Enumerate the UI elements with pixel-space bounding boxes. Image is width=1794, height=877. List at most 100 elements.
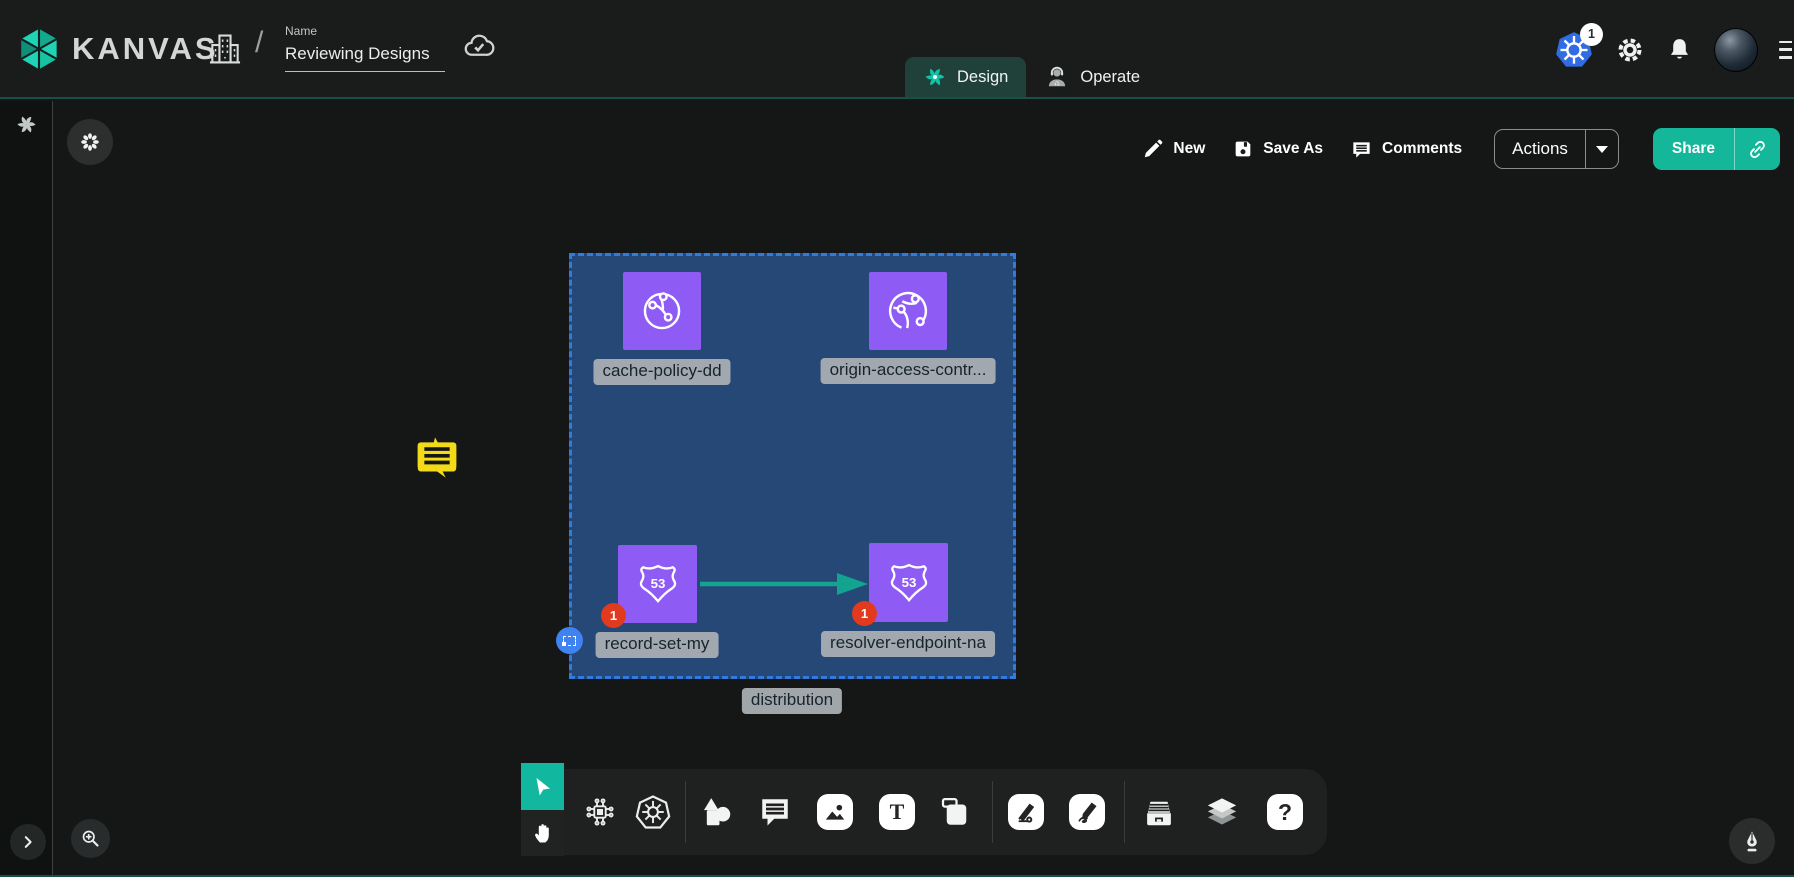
comment-bubble-icon (1350, 138, 1373, 161)
pencil-icon (1142, 138, 1164, 160)
flower-gear-icon (79, 131, 101, 153)
edge-record-set-to-resolver[interactable] (697, 566, 872, 602)
note-tool[interactable] (937, 794, 973, 830)
operator-headset-icon (1044, 64, 1070, 90)
group-label[interactable]: distribution (742, 688, 842, 714)
note-label-icon (937, 794, 973, 830)
node-record-set[interactable]: 53 (618, 545, 697, 623)
toolbar-divider (685, 781, 686, 843)
tab-design-label: Design (957, 68, 1008, 87)
pan-tool[interactable] (521, 810, 564, 856)
brand-name: KANVAS (72, 31, 219, 67)
node-origin-access-control[interactable] (869, 272, 947, 350)
design-name-block: Name (285, 24, 447, 72)
kubernetes-wheel-icon (634, 793, 672, 831)
actions-split-button: Actions (1494, 129, 1619, 169)
hand-pan-icon (531, 821, 555, 845)
components-tool[interactable] (582, 794, 618, 830)
route53-shield-icon: 53 (884, 558, 934, 608)
share-button[interactable]: Share (1653, 128, 1734, 170)
issue-count-badge[interactable]: 1 (601, 603, 626, 628)
route53-shield-icon: 53 (633, 559, 683, 609)
node-label[interactable]: resolver-endpoint-na (821, 631, 995, 657)
canvas-comment-marker-icon[interactable] (414, 437, 460, 483)
help-tile-icon: ? (1267, 794, 1303, 830)
zoom-in-button[interactable] (71, 819, 110, 858)
left-sidebar (0, 101, 53, 875)
menu-hamburger-icon[interactable] (1779, 41, 1792, 59)
building-icon[interactable] (206, 30, 244, 68)
node-resolver-endpoint[interactable]: 53 (869, 543, 948, 622)
archive-drawer-icon (1140, 793, 1178, 831)
edge-pen-tool[interactable] (1008, 794, 1044, 830)
issue-count-badge[interactable]: 1 (852, 601, 877, 626)
chevron-right-icon (19, 833, 37, 851)
image-tool[interactable] (817, 794, 853, 830)
meshery-spiral-icon[interactable] (15, 113, 38, 136)
tab-operate-label: Operate (1080, 68, 1140, 87)
edge-pen-tile-icon (1008, 794, 1044, 830)
text-tile-icon: T (879, 794, 915, 830)
tab-design[interactable]: Design (905, 57, 1026, 97)
text-tool[interactable]: T (879, 794, 915, 830)
group-select-handle[interactable] (556, 627, 583, 654)
cloudfront-cache-policy-icon (636, 285, 688, 337)
caret-down-icon (1596, 146, 1608, 153)
save-as-button[interactable]: Save As (1232, 138, 1323, 160)
freehand-draw-tool[interactable] (1069, 794, 1105, 830)
mode-tabs: Design Operate (905, 57, 1158, 97)
brand-logo[interactable]: KANVAS (16, 26, 219, 72)
tab-operate[interactable]: Operate (1026, 57, 1158, 97)
sidebar-expand-button[interactable] (10, 824, 46, 860)
top-header: KANVAS / Name (0, 0, 1794, 99)
comment-tool-icon (757, 794, 793, 830)
kubernetes-tool[interactable] (634, 793, 672, 831)
toolbar-divider (1124, 781, 1125, 843)
node-label[interactable]: record-set-my (596, 632, 719, 658)
new-button[interactable]: New (1142, 138, 1205, 160)
design-name-input[interactable] (285, 42, 445, 72)
node-label[interactable]: origin-access-contr... (821, 358, 996, 384)
canvas-menu-button[interactable] (67, 119, 113, 165)
comment-tool[interactable] (757, 794, 793, 830)
breadcrumb-separator: / (255, 26, 263, 60)
shapes-tool[interactable] (697, 793, 735, 831)
svg-text:53: 53 (901, 574, 916, 589)
name-field-label: Name (285, 24, 447, 38)
cloud-saved-icon (462, 30, 496, 64)
kanvas-app: KANVAS / Name (0, 0, 1794, 877)
user-avatar[interactable] (1714, 28, 1758, 72)
share-split-button: Share (1653, 128, 1780, 170)
notifications-bell-icon[interactable] (1666, 36, 1693, 63)
kubernetes-count-badge: 1 (1580, 23, 1603, 46)
cloudfront-origin-access-icon (882, 285, 934, 337)
pen-nib-icon (1740, 829, 1764, 853)
pointer-tool-column (521, 763, 564, 856)
help-tool[interactable]: ? (1267, 794, 1303, 830)
freehand-tile-icon (1069, 794, 1105, 830)
copy-link-button[interactable] (1734, 128, 1780, 170)
cursor-arrow-icon (531, 775, 555, 799)
image-tile-icon (817, 794, 853, 830)
comments-button[interactable]: Comments (1350, 138, 1462, 161)
zoom-in-magnifier-icon (80, 828, 101, 849)
archive-tool[interactable] (1140, 793, 1178, 831)
node-cache-policy[interactable] (623, 272, 701, 350)
kubernetes-context-button[interactable]: 1 (1554, 30, 1594, 70)
bottom-toolbar: T (564, 769, 1327, 855)
select-tool[interactable] (521, 763, 564, 810)
save-as-label: Save As (1263, 140, 1323, 158)
kanvas-spiral-icon (923, 65, 947, 89)
design-pen-button[interactable] (1729, 818, 1775, 864)
node-label[interactable]: cache-policy-dd (593, 359, 730, 385)
actions-button[interactable]: Actions (1495, 130, 1585, 168)
shapes-icon (697, 793, 735, 831)
actions-dropdown-toggle[interactable] (1585, 130, 1618, 168)
comments-label: Comments (1382, 140, 1462, 158)
save-floppy-icon (1232, 138, 1254, 160)
svg-text:53: 53 (650, 576, 665, 591)
settings-gear-icon[interactable] (1615, 35, 1645, 65)
header-right-actions: 1 (1554, 0, 1794, 99)
layers-tool[interactable] (1202, 792, 1242, 832)
link-icon (1747, 139, 1768, 160)
